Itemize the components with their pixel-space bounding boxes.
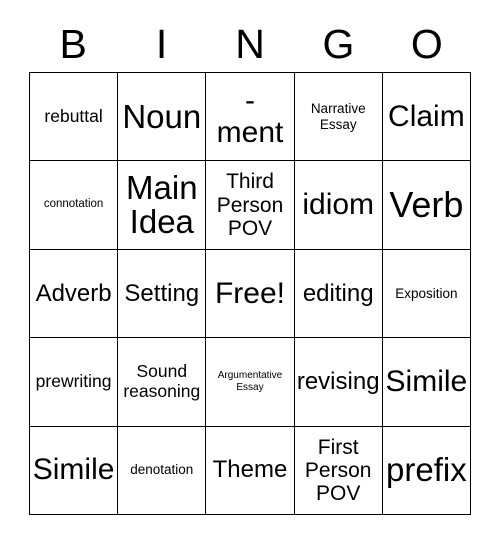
bingo-cell-r4c5[interactable]: Simile [382, 338, 471, 427]
bingo-cell-label: Narrative Essay [310, 101, 366, 132]
bingo-cell-label: denotation [130, 462, 194, 478]
bingo-cell-label: Simile [32, 453, 115, 487]
bingo-cell-label: Sound reasoning [123, 361, 201, 401]
header-letter-g: G [322, 20, 355, 67]
bingo-cell-label: Main Idea [126, 168, 198, 241]
header-letter-b: B [59, 20, 87, 67]
bingo-cell-label: Noun [122, 97, 202, 135]
bingo-cell-r4c4[interactable]: revising [294, 338, 383, 427]
bingo-cell-label: - ment [216, 83, 284, 149]
bingo-cell-free-space[interactable]: Free! [206, 249, 295, 339]
bingo-cell-label: revising [296, 367, 380, 395]
bingo-cell-r5c3[interactable]: Theme [206, 426, 295, 515]
bingo-cell-label: Simile [385, 364, 468, 398]
bingo-cell-label: rebuttal [44, 105, 103, 126]
bingo-cell-label: Verb [389, 183, 464, 225]
bingo-grid: rebuttal Noun - ment Narrative Essay Cla… [29, 72, 471, 515]
header-letter-n: N [235, 20, 265, 67]
bingo-cell-r1c3[interactable]: - ment [206, 73, 295, 162]
bingo-cell-r5c1[interactable]: Simile [30, 426, 119, 515]
header-letter-o: O [410, 20, 443, 67]
bingo-cell-label: First Person POV [304, 435, 372, 505]
bingo-cell-label: Argumentative Essay [217, 369, 283, 393]
bingo-cell-r4c3[interactable]: Argumentative Essay [206, 338, 295, 427]
bingo-cell-label: connotation [43, 198, 104, 211]
bingo-cell-r1c5[interactable]: Claim [382, 73, 471, 162]
bingo-cell-r3c4[interactable]: editing [294, 249, 383, 339]
bingo-cell-r3c2[interactable]: Setting [118, 249, 207, 339]
header-letter-i: I [155, 20, 168, 67]
bingo-cell-label: idiom [302, 188, 375, 222]
bingo-header-letters: B I N G O [29, 18, 471, 70]
bingo-cell-r3c5[interactable]: Exposition [382, 249, 471, 339]
bingo-cell-r2c1[interactable]: connotation [30, 161, 119, 250]
bingo-cell-r5c5[interactable]: prefix [382, 426, 471, 515]
bingo-cell-label: Claim [388, 99, 465, 133]
bingo-cell-r2c5[interactable]: Verb [382, 161, 471, 250]
bingo-cell-r3c1[interactable]: Adverb [30, 249, 119, 339]
bingo-cell-label: Exposition [395, 285, 458, 301]
bingo-cell-label: Third Person POV [216, 170, 284, 240]
bingo-cell-r4c1[interactable]: prewriting [30, 338, 119, 427]
bingo-cell-label: Theme [212, 456, 288, 484]
bingo-cell-r1c1[interactable]: rebuttal [30, 73, 119, 162]
bingo-cell-r5c4[interactable]: First Person POV [294, 426, 383, 515]
bingo-cell-label: prewriting [35, 371, 112, 392]
bingo-cell-label: editing [302, 279, 374, 307]
free-space-label: Free! [214, 276, 285, 310]
bingo-cell-r2c4[interactable]: idiom [294, 161, 383, 250]
bingo-cell-r5c2[interactable]: denotation [118, 426, 207, 515]
bingo-cell-r4c2[interactable]: Sound reasoning [118, 338, 207, 427]
bingo-card: B I N G O rebuttal Noun - ment Narrative… [0, 0, 500, 544]
bingo-cell-r2c2[interactable]: Main Idea [118, 161, 207, 250]
bingo-cell-label: Adverb [35, 279, 112, 307]
bingo-cell-label: Setting [124, 279, 200, 307]
bingo-cell-r1c4[interactable]: Narrative Essay [294, 73, 383, 162]
bingo-cell-r1c2[interactable]: Noun [118, 73, 207, 162]
bingo-cell-r2c3[interactable]: Third Person POV [206, 161, 295, 250]
bingo-cell-label: prefix [386, 451, 467, 489]
